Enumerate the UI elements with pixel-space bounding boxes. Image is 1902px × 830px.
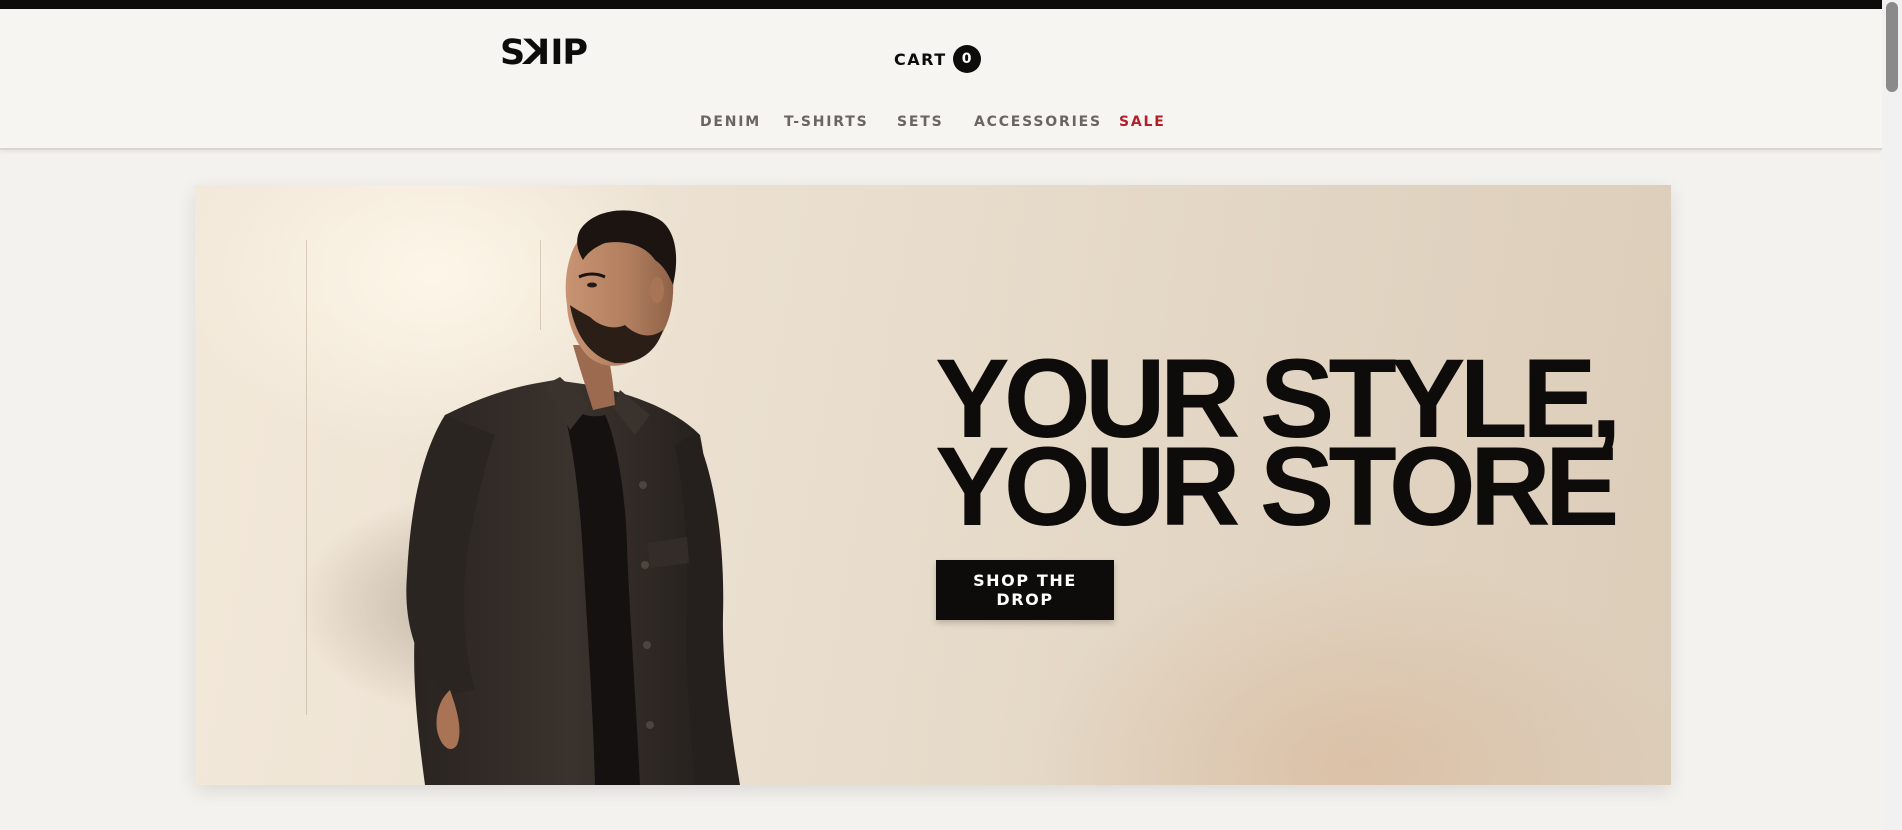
hero-banner: YOUR STYLE, YOUR STORE SHOP THE DROP <box>195 185 1671 785</box>
cart-button[interactable]: CART 0 <box>894 36 981 82</box>
announcement-bar <box>0 0 1882 9</box>
cart-label: CART <box>894 49 947 69</box>
nav-item-t-shirts[interactable]: T-SHIRTS <box>784 114 869 130</box>
main-nav: DENIM T-SHIRTS SETS ACCESSORIES SALE <box>0 114 1882 136</box>
hero-model-image <box>295 210 740 785</box>
logo-letter-ip: IP <box>550 33 588 73</box>
nav-item-sets[interactable]: SETS <box>897 114 943 130</box>
site-header: S K IP CART 0 DENIM T-SHIRTS SETS ACCESSOR… <box>0 9 1882 150</box>
page-scrollbar[interactable] <box>1882 0 1902 830</box>
hero-headline-line2: YOUR STORE <box>935 424 1619 549</box>
hero-headline: YOUR STYLE, YOUR STORE <box>935 343 1622 549</box>
logo[interactable]: S K IP <box>500 33 588 73</box>
logo-letter-k: K <box>524 33 551 73</box>
nav-item-accessories[interactable]: ACCESSORIES <box>974 114 1102 130</box>
shop-the-drop-button[interactable]: SHOP THE DROP <box>936 560 1114 620</box>
cart-count-badge: 0 <box>952 45 981 73</box>
nav-item-sale[interactable]: SALE <box>1119 114 1166 130</box>
scrollbar-thumb[interactable] <box>1886 2 1898 92</box>
nav-item-denim[interactable]: DENIM <box>700 114 761 130</box>
logo-letter-s: S <box>500 33 525 73</box>
